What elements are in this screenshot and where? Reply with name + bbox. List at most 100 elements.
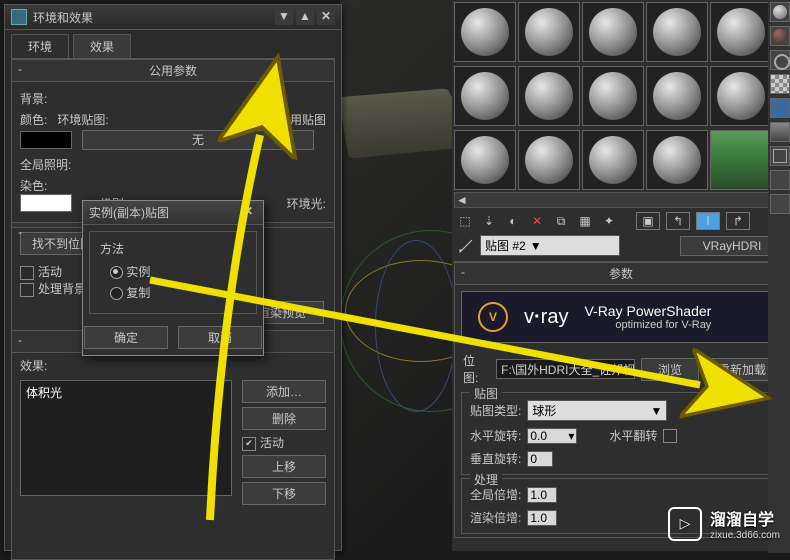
label-h-flip: 水平翻转	[609, 427, 657, 444]
go-parent-icon[interactable]: ↰	[666, 212, 690, 230]
material-slot[interactable]	[710, 2, 772, 62]
delete-icon[interactable]: ✕	[528, 212, 546, 230]
label-color: 颜色:	[20, 111, 47, 128]
material-slot[interactable]	[582, 130, 644, 190]
watermark: ▷ 溜溜自学 zixue.3d66.com	[668, 506, 780, 541]
tint-swatch[interactable]	[20, 194, 72, 212]
minimize-button[interactable]: ▼	[275, 9, 293, 25]
background-color-swatch[interactable]	[20, 131, 72, 149]
material-slot[interactable]	[646, 130, 708, 190]
close-button[interactable]: ✕	[317, 9, 335, 25]
collapse-icon: -	[18, 333, 22, 347]
use-map-checkbox[interactable]	[257, 114, 271, 128]
material-slot[interactable]	[454, 66, 516, 126]
tab-environment[interactable]: 环境	[11, 34, 69, 58]
gizmo-circle-blue	[375, 240, 457, 412]
sample-uv-icon[interactable]	[770, 98, 790, 118]
global-mult-spinner[interactable]: 1.0	[527, 487, 557, 503]
radio-instance[interactable]	[110, 266, 123, 279]
env-map-slot[interactable]: 无	[82, 130, 314, 150]
label-proc-group: 处理	[470, 471, 502, 488]
browse-button[interactable]: 浏览	[641, 358, 699, 381]
label-ambient: 环境光:	[287, 195, 326, 212]
moveup-button[interactable]: 上移	[242, 455, 326, 478]
material-slot[interactable]	[518, 66, 580, 126]
put-to-library-icon[interactable]: ▦	[576, 212, 594, 230]
delete-button[interactable]: 删除	[242, 407, 326, 430]
bitmap-path-input[interactable]: F:\国外HDRI大全_佐邦视觉推	[496, 359, 635, 379]
material-slot[interactable]	[646, 66, 708, 126]
window-icon	[11, 9, 27, 25]
options-side-icon[interactable]	[770, 170, 790, 190]
add-button[interactable]: 添加…	[242, 380, 326, 403]
sample-type-sphere-icon[interactable]	[770, 2, 790, 22]
select-by-icon[interactable]	[770, 194, 790, 214]
material-slot[interactable]	[454, 130, 516, 190]
material-h-scrollbar[interactable]: ◄►	[454, 192, 784, 208]
material-slot[interactable]	[518, 2, 580, 62]
atmos-active-checkbox[interactable]	[242, 437, 256, 451]
label-tint: 染色:	[20, 177, 72, 194]
atmosphere-list[interactable]: 体积光	[20, 380, 232, 496]
movedown-button[interactable]: 下移	[242, 482, 326, 505]
ok-button[interactable]: 确定	[84, 326, 168, 349]
vray-badge-icon: V	[478, 302, 508, 332]
material-slot[interactable]	[710, 66, 772, 126]
backlight-icon[interactable]	[770, 50, 790, 70]
watermark-icon: ▷	[668, 507, 702, 541]
dialog-title: 实例(副本)贴图	[89, 204, 236, 221]
label-method: 方法	[100, 240, 246, 257]
material-slot[interactable]	[518, 130, 580, 190]
material-side-toolbar	[768, 0, 790, 553]
h-flip-checkbox[interactable]	[663, 429, 677, 443]
rollout-common-params[interactable]: - 公用参数	[12, 59, 334, 82]
go-forward-icon[interactable]: ↱	[726, 212, 750, 230]
tex-type-dropdown[interactable]: 球形▼	[527, 400, 667, 421]
material-slot[interactable]	[646, 2, 708, 62]
radio-copy[interactable]	[110, 287, 123, 300]
label-global-light: 全局照明:	[20, 156, 326, 173]
label-tex-group: 贴图	[470, 385, 502, 402]
make-preview-icon[interactable]	[770, 146, 790, 166]
collapse-icon: -	[18, 225, 22, 239]
eyedropper-icon[interactable]	[458, 238, 474, 254]
material-slot[interactable]	[454, 2, 516, 62]
material-slot[interactable]	[582, 66, 644, 126]
go-sibling-icon[interactable]: Ⅰ	[696, 212, 720, 230]
collapse-icon: -	[18, 62, 22, 76]
rollout-params[interactable]: -参数	[455, 262, 787, 285]
label-h-rot: 水平旋转:	[470, 427, 521, 444]
active-checkbox[interactable]	[20, 266, 34, 280]
label-v-rot: 垂直旋转:	[470, 450, 521, 467]
label-render-mult: 渲染倍增:	[470, 509, 521, 526]
show-map-icon[interactable]: ▣	[636, 212, 660, 230]
label-use-map: 使用贴图	[278, 113, 326, 127]
list-item[interactable]: 体积光	[26, 384, 226, 401]
maximize-button[interactable]: ▲	[296, 9, 314, 25]
get-material-icon[interactable]: ⬚	[456, 212, 474, 230]
process-bg-checkbox[interactable]	[20, 283, 34, 297]
background-icon[interactable]	[770, 74, 790, 94]
label-effects: 效果:	[20, 357, 326, 374]
material-slot[interactable]	[582, 2, 644, 62]
h-rot-spinner[interactable]: 0.0▾	[527, 428, 577, 444]
material-slot-hdri[interactable]	[710, 130, 772, 190]
put-to-scene-icon[interactable]: ⇣	[480, 212, 498, 230]
window-title: 环境和效果	[33, 9, 272, 26]
video-color-icon[interactable]	[770, 122, 790, 142]
render-mult-spinner[interactable]: 1.0	[527, 510, 557, 526]
assign-icon[interactable]: ◐	[504, 212, 522, 230]
map-name-dropdown[interactable]: 贴图 #2▼	[480, 235, 620, 256]
tab-effect[interactable]: 效果	[73, 34, 131, 58]
instance-dialog: 实例(副本)贴图 ✕ 方法 实例 复制 确定 取消	[82, 200, 264, 356]
options-icon[interactable]: ✦	[600, 212, 618, 230]
label-global-mult: 全局倍增:	[470, 486, 521, 503]
dialog-close-button[interactable]: ✕	[239, 204, 257, 220]
sample-type-sphere2-icon[interactable]	[770, 26, 790, 46]
make-unique-icon[interactable]: ⧉	[552, 212, 570, 230]
label-env-map: 环境贴图:	[57, 111, 108, 128]
material-editor: ◄► ⬚ ⇣ ◐ ✕ ⧉ ▦ ✦ ▣ ↰ Ⅰ ↱ 贴图 #2▼ VRayHDRI…	[452, 0, 790, 551]
v-rot-spinner[interactable]: 0	[527, 451, 553, 467]
cancel-button[interactable]: 取消	[178, 326, 262, 349]
label-tex-type: 贴图类型:	[470, 402, 521, 419]
